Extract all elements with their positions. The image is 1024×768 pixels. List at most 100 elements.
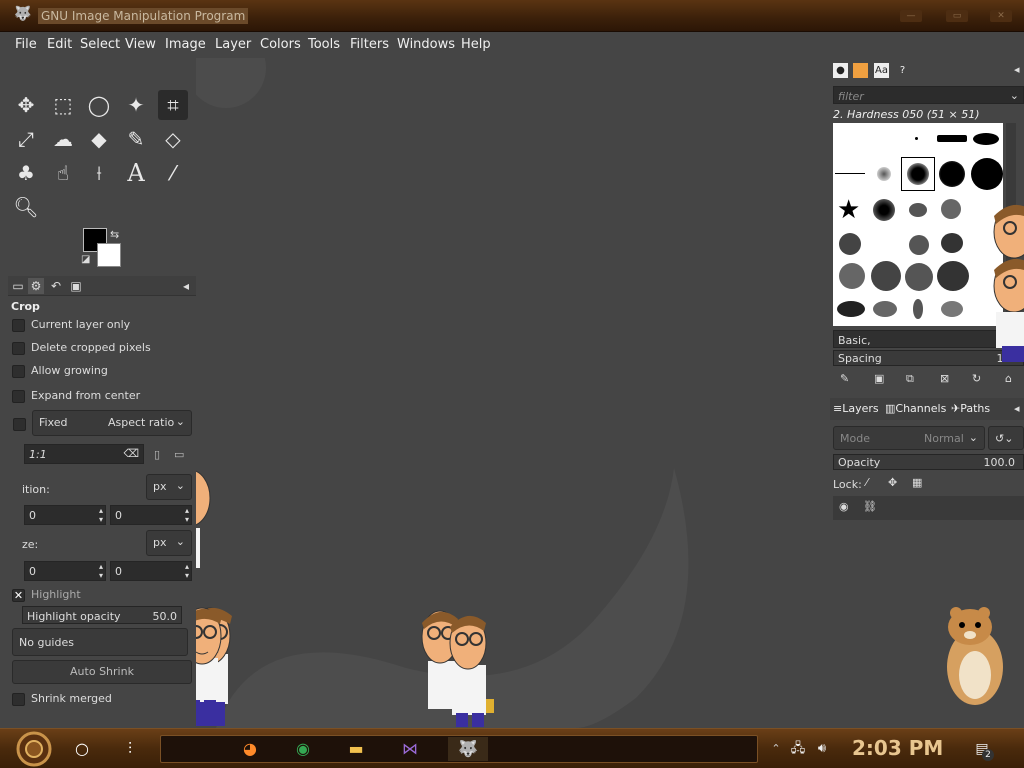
- brush-filter-input[interactable]: filter ⌄: [833, 86, 1024, 104]
- eraser-tool-icon[interactable]: ◇: [158, 124, 188, 154]
- maximize-button[interactable]: ▭: [946, 10, 968, 22]
- device-status-tab-icon[interactable]: ⚙: [28, 278, 44, 294]
- delete-cropped-option[interactable]: Delete cropped pixels: [12, 341, 151, 355]
- highlight-opacity-slider[interactable]: Highlight opacity 50.0: [22, 606, 182, 624]
- swap-colors-icon[interactable]: ⇆: [110, 228, 119, 241]
- paths-tool-icon[interactable]: ⟊: [84, 158, 114, 188]
- patterns-tab-icon[interactable]: [853, 63, 868, 78]
- menu-tools[interactable]: Tools: [308, 37, 340, 52]
- lock-pixels-icon[interactable]: ⁄: [866, 476, 868, 489]
- fixed-aspect-combo[interactable]: Fixed Aspect ratio ⌄: [32, 410, 192, 436]
- position-y-spinner[interactable]: 0 ▴ ▾: [110, 505, 192, 525]
- portrait-icon[interactable]: ▯: [154, 448, 160, 461]
- start-button[interactable]: [12, 731, 56, 767]
- network-icon[interactable]: 🖧: [786, 737, 810, 761]
- menu-windows[interactable]: Windows: [397, 37, 455, 52]
- visual-studio-icon[interactable]: ⋈: [398, 737, 422, 761]
- position-unit-combo[interactable]: px ⌄: [146, 474, 192, 500]
- highlight-option[interactable]: ✕ Highlight: [12, 588, 81, 602]
- task-view-icon[interactable]: ⫶: [118, 737, 142, 761]
- paintbrush-tool-icon[interactable]: ✎: [121, 124, 151, 154]
- brushes-tab-icon[interactable]: ●: [833, 63, 848, 78]
- menu-select[interactable]: Select: [80, 37, 120, 52]
- zoom-tool-icon[interactable]: 🔍︎: [11, 192, 41, 222]
- tray-overflow-icon[interactable]: ⌃: [764, 737, 788, 761]
- panel-menu-icon[interactable]: ◂: [178, 278, 194, 294]
- color-picker-tool-icon[interactable]: ⁄: [158, 158, 188, 188]
- expand-center-option[interactable]: Expand from center: [12, 389, 140, 403]
- chain-icon[interactable]: ⛓: [863, 500, 877, 513]
- close-button[interactable]: ✕: [990, 10, 1012, 22]
- layer-mode-combo[interactable]: Mode Normal ⌄: [833, 426, 985, 450]
- layer-opacity-slider[interactable]: Opacity 100.0: [833, 454, 1024, 470]
- duplicate-brush-icon[interactable]: ⧉: [906, 372, 914, 386]
- size-x-spinner[interactable]: 0 ▴ ▾: [24, 561, 106, 581]
- images-tab-icon[interactable]: ▣: [68, 278, 84, 294]
- menu-help[interactable]: Help: [461, 37, 491, 52]
- search-icon[interactable]: ○: [70, 737, 94, 761]
- file-explorer-icon[interactable]: ▬: [344, 737, 368, 761]
- text-tool-icon[interactable]: A: [121, 158, 151, 188]
- spinner-arrows-icon[interactable]: ▴ ▾: [185, 562, 189, 580]
- shrink-merged-option[interactable]: Shrink merged: [12, 692, 112, 706]
- allow-growing-checkbox[interactable]: [12, 364, 25, 378]
- clone-tool-icon[interactable]: ♣: [11, 158, 41, 188]
- lasso-tool-icon[interactable]: ◯: [84, 90, 114, 120]
- expand-center-checkbox[interactable]: [12, 389, 25, 403]
- taskbar-clock[interactable]: 2:03 PM: [852, 736, 943, 760]
- spinner-arrows-icon[interactable]: ▴ ▾: [99, 506, 103, 524]
- lock-position-icon[interactable]: ✥: [888, 476, 897, 489]
- smudge-tool-icon[interactable]: ☝: [48, 158, 78, 188]
- reset-colors-icon[interactable]: ◪: [81, 254, 90, 265]
- new-brush-icon[interactable]: ▣: [874, 372, 884, 385]
- panel-menu-icon[interactable]: ◂: [1014, 63, 1020, 76]
- rect-select-tool-icon[interactable]: ⬚: [48, 90, 78, 120]
- fixed-checkbox[interactable]: [13, 418, 26, 431]
- gimp-taskbar-icon[interactable]: 🐺: [448, 737, 488, 761]
- auto-shrink-button[interactable]: Auto Shrink: [12, 660, 192, 684]
- layer-composite-combo[interactable]: ↺⌄: [988, 426, 1024, 450]
- ratio-entry[interactable]: 1:1 ⌫: [24, 444, 144, 464]
- landscape-icon[interactable]: ▭: [174, 448, 184, 461]
- fonts-tab-icon[interactable]: Aa: [874, 63, 889, 78]
- move-tool-icon[interactable]: ✥: [11, 90, 41, 120]
- size-unit-combo[interactable]: px ⌄: [146, 530, 192, 556]
- tab-paths[interactable]: ✈Paths: [951, 402, 990, 415]
- position-x-spinner[interactable]: 0 ▴ ▾: [24, 505, 106, 525]
- image-canvas[interactable]: [196, 58, 830, 728]
- tab-layers[interactable]: ≡Layers: [833, 402, 879, 415]
- background-color-swatch[interactable]: [97, 243, 121, 267]
- warp-transform-tool-icon[interactable]: ☁: [48, 124, 78, 154]
- current-layer-only-option[interactable]: Current layer only: [12, 318, 130, 332]
- menu-filters[interactable]: Filters: [350, 37, 389, 52]
- fuzzy-select-tool-icon[interactable]: ✦: [121, 90, 151, 120]
- menu-view[interactable]: View: [125, 37, 156, 52]
- panel-menu-icon[interactable]: ◂: [1014, 402, 1020, 415]
- delete-cropped-checkbox[interactable]: [12, 341, 25, 355]
- brush-grid[interactable]: ★: [833, 123, 1003, 326]
- clear-icon[interactable]: ⌫: [123, 447, 139, 460]
- help-tab-icon[interactable]: ?: [895, 63, 910, 78]
- current-layer-only-checkbox[interactable]: [12, 318, 25, 332]
- bucket-fill-tool-icon[interactable]: ◆: [84, 124, 114, 154]
- size-y-spinner[interactable]: 0 ▴ ▾: [110, 561, 192, 581]
- menu-image[interactable]: Image: [165, 37, 206, 52]
- edit-brush-icon[interactable]: ✎: [840, 372, 849, 385]
- lock-alpha-icon[interactable]: ▦: [912, 476, 922, 489]
- unified-transform-tool-icon[interactable]: ⤢: [11, 124, 41, 154]
- tab-channels[interactable]: ▥Channels: [885, 402, 946, 415]
- volume-icon[interactable]: 🔊︎: [810, 737, 834, 761]
- highlight-checkbox[interactable]: ✕: [12, 588, 25, 602]
- menu-colors[interactable]: Colors: [260, 37, 301, 52]
- shrink-merged-checkbox[interactable]: [12, 692, 25, 706]
- menu-layer[interactable]: Layer: [215, 37, 251, 52]
- tool-options-tab-icon[interactable]: ▭: [10, 278, 26, 294]
- spinner-arrows-icon[interactable]: ▴ ▾: [185, 506, 189, 524]
- firefox-icon[interactable]: ◕: [238, 737, 262, 761]
- delete-brush-icon[interactable]: ⊠: [940, 372, 949, 385]
- crop-tool-icon[interactable]: ⌗: [158, 90, 188, 120]
- menu-file[interactable]: File: [15, 37, 37, 52]
- minimize-button[interactable]: —: [900, 10, 922, 22]
- spinner-arrows-icon[interactable]: ▴ ▾: [99, 562, 103, 580]
- menu-edit[interactable]: Edit: [47, 37, 72, 52]
